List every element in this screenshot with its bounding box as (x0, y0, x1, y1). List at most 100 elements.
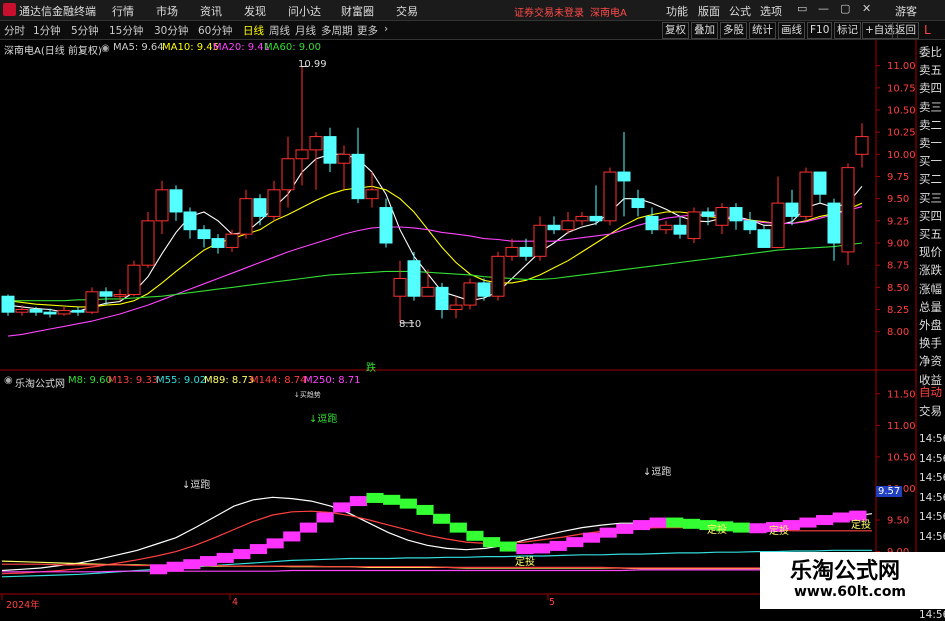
candle-up (393, 277, 407, 297)
y-tick-label: 10.75 (887, 83, 916, 94)
step-block (266, 538, 284, 549)
y-tick-label: 8.00 (887, 327, 909, 338)
trade-label[interactable]: 交易 (919, 403, 942, 419)
quote-field-label: 卖一 (919, 136, 942, 150)
step-block (466, 530, 484, 541)
quote-field-label: 卖四 (919, 81, 942, 96)
candle-down (43, 311, 57, 315)
quote-field-label: 涨跌 (919, 263, 942, 278)
buy-signal-3: 定投 (769, 526, 789, 537)
candle-down (435, 286, 449, 311)
quote-field-label: 卖五 (919, 63, 942, 78)
watermark: 乐淘公式网 www.60lt.com (760, 552, 945, 609)
candle-down (757, 229, 771, 248)
step-block (449, 522, 467, 533)
y-tick-label: 11.00 (887, 61, 916, 72)
step-block (582, 532, 601, 543)
trade-time-row: 14:56 (919, 491, 945, 504)
quote-field-label: 买五 (919, 227, 942, 241)
candle-up (85, 291, 99, 313)
candle-up (799, 171, 813, 217)
step-block (333, 502, 351, 513)
candle-up (463, 282, 477, 306)
trade-time-row: 14:56 (919, 609, 945, 621)
step-block (532, 543, 551, 554)
candle-up (225, 233, 239, 248)
step-block (366, 492, 384, 503)
sell-signal-2: ↓逗跑 (182, 480, 211, 491)
quote-field-label: 卖三 (919, 99, 942, 114)
auto-label[interactable]: 自动 (919, 384, 942, 400)
candle-up (449, 304, 463, 311)
quote-field-label: 总量 (919, 299, 942, 314)
candle-up (659, 224, 673, 231)
sub-line-m55 (1, 549, 872, 578)
candle-up (337, 153, 351, 164)
y-tick-label: 10.25 (887, 128, 916, 139)
candle-down (99, 291, 113, 297)
candle-up (855, 136, 869, 155)
quote-field-label: 买三 (919, 190, 942, 205)
signal-down-label: 跌 (366, 363, 376, 374)
buy-signal-1: 定投 (515, 557, 535, 568)
low-price-label: 8.10 (399, 319, 422, 330)
candle-up (239, 198, 253, 235)
candle-up (267, 189, 281, 217)
candle-up (687, 211, 701, 240)
quote-field-label: 买一 (919, 154, 942, 169)
candle-up (281, 158, 295, 191)
step-block (549, 540, 567, 551)
step-block (816, 515, 834, 526)
kline-chart[interactable]: 11.00 10.75 10.50 10.25 10.00 9.75 9.50 9.25 9.0… (0, 0, 945, 609)
quote-field-label: 买四 (919, 208, 942, 223)
candle-up (155, 189, 169, 222)
candle-down (673, 224, 687, 235)
candle-down (323, 136, 337, 164)
candle-down (183, 211, 197, 231)
candle-up (295, 149, 309, 160)
y-tick-label: 10.50 (887, 452, 916, 463)
y-tick-label: 9.50 (887, 194, 909, 205)
sell-signal-3: ↓逗跑 (643, 467, 672, 478)
step-block (799, 517, 817, 528)
trade-time-row: 14:56 (919, 433, 945, 445)
step-block (233, 549, 251, 560)
candle-down (1, 295, 15, 313)
step-block (283, 531, 301, 542)
candle-up (141, 220, 155, 266)
y-tick-label: 8.50 (887, 283, 909, 294)
x-axis-label-4: 4 (232, 597, 239, 608)
quote-field-label: 净资 (919, 354, 942, 369)
y-tick-label: 8.75 (887, 261, 909, 272)
candle-up (113, 293, 127, 297)
step-block (483, 537, 501, 548)
y-tick-label: 8.25 (887, 305, 909, 316)
candle-up (841, 167, 855, 253)
y-tick-label: 11.50 (887, 389, 916, 400)
candle-down (379, 207, 393, 244)
step-block (649, 517, 667, 528)
quote-field-label: 买二 (919, 172, 942, 187)
candle-down (631, 198, 645, 209)
candle-down (785, 202, 799, 217)
candle-down (589, 215, 603, 222)
candle-down (29, 309, 43, 313)
candle-up (505, 246, 519, 257)
candle-down (407, 260, 421, 297)
candle-down (743, 220, 757, 231)
step-block (832, 512, 850, 523)
y-tick-label: 9.75 (887, 172, 909, 183)
step-block (249, 544, 268, 555)
candle-down (701, 211, 715, 217)
step-block (399, 498, 417, 509)
candle-up (533, 224, 547, 257)
sub-line-m8 (1, 496, 873, 572)
step-block (632, 520, 651, 531)
candle-up (561, 220, 575, 231)
candle-up (715, 207, 729, 226)
candle-down (351, 153, 365, 200)
candle-down (197, 229, 211, 240)
trade-time-row: 14:56 (919, 531, 945, 543)
quote-field-label: 委比 (919, 45, 942, 59)
quote-field-label: 涨幅 (919, 281, 942, 296)
